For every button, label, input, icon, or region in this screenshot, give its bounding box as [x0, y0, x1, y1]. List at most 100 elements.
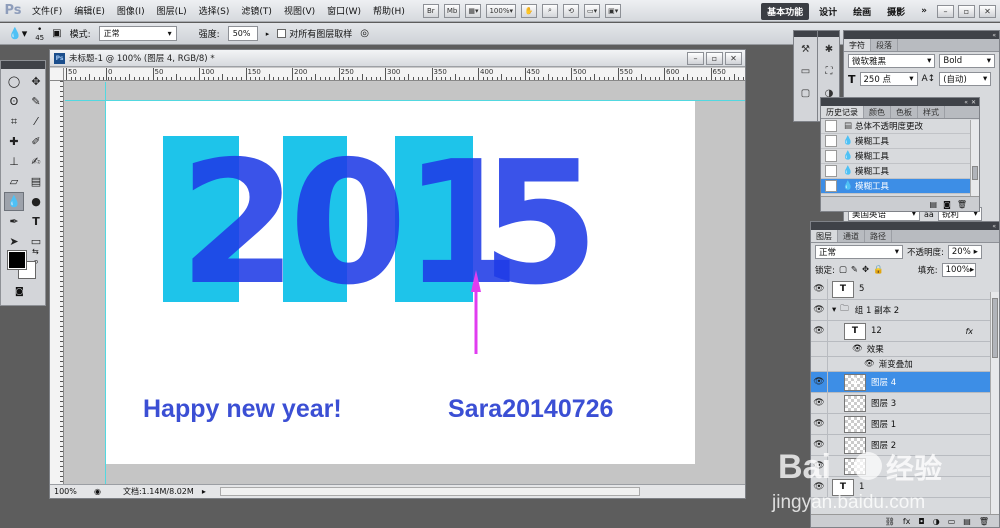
- doc-restore-icon[interactable]: ▫: [706, 52, 723, 65]
- menu-item[interactable]: 滤镜(T): [235, 4, 278, 17]
- tab-color[interactable]: 颜色: [864, 106, 891, 118]
- navigator-icon[interactable]: ▢: [795, 83, 817, 103]
- link-layers-icon[interactable]: ⛓: [885, 517, 895, 526]
- new-group-icon[interactable]: ▭: [948, 517, 956, 526]
- history-state[interactable]: 💧 模糊工具: [821, 149, 971, 164]
- workspace-essentials[interactable]: 基本功能: [761, 2, 810, 20]
- tab-paragraph[interactable]: 段落: [871, 39, 898, 51]
- pressure-icon[interactable]: ◎: [360, 28, 369, 39]
- hand-tool-button[interactable]: ✋: [521, 3, 537, 18]
- arrange-documents-button[interactable]: ▭▾: [584, 3, 601, 18]
- quick-mask-icon[interactable]: ◙: [15, 287, 24, 297]
- lock-transparent-icon[interactable]: ▢: [839, 265, 847, 275]
- history-state[interactable]: 💧 模糊工具: [821, 164, 971, 179]
- history-brush-tool-icon[interactable]: ✍: [26, 152, 46, 171]
- eyedropper-tool-icon[interactable]: ⁄: [26, 112, 46, 131]
- move-tool-icon[interactable]: ✥: [26, 72, 46, 91]
- leading-select[interactable]: (自动) ▾: [939, 72, 992, 86]
- brush-presets-icon[interactable]: ▭: [795, 61, 817, 81]
- ruler-origin[interactable]: [50, 68, 64, 81]
- foreground-color-swatch[interactable]: [7, 250, 27, 270]
- healing-brush-tool-icon[interactable]: ✚: [4, 132, 24, 151]
- mode-select[interactable]: 正常 ▾: [98, 26, 177, 41]
- visibility-eye-icon[interactable]: 👁: [811, 371, 828, 393]
- crop-tool-icon[interactable]: ⌗: [4, 112, 24, 131]
- tab-layers[interactable]: 图层: [811, 230, 838, 242]
- layer-style-icon[interactable]: fx: [903, 517, 911, 526]
- collapse-icon[interactable]: «: [992, 223, 996, 230]
- history-state[interactable]: 💧 模糊工具: [821, 134, 971, 149]
- swap-colors-icon[interactable]: ⇆: [32, 247, 39, 256]
- workspace-photography[interactable]: 摄影: [881, 3, 911, 20]
- history-source-checkbox[interactable]: [825, 165, 837, 177]
- menu-item[interactable]: 图层(L): [151, 4, 193, 17]
- sample-all-layers-checkbox[interactable]: 对所有图层取样: [277, 27, 352, 40]
- fill-input[interactable]: 100% ▸: [941, 263, 976, 277]
- history-source-checkbox[interactable]: [825, 180, 837, 192]
- path-selection-tool-icon[interactable]: ➤: [4, 232, 24, 251]
- history-state[interactable]: 💧 模糊工具: [821, 179, 971, 194]
- zoom-tool-button[interactable]: ⌕: [542, 3, 558, 18]
- layer-row[interactable]: 👁 图层 2: [811, 434, 991, 456]
- menu-item[interactable]: 图像(I): [111, 4, 151, 17]
- opacity-input[interactable]: 20% ▸: [947, 245, 982, 259]
- layer-row[interactable]: 👁: [811, 455, 991, 477]
- delete-layer-icon[interactable]: 🗑: [979, 517, 989, 526]
- layer-row[interactable]: 👁 ▾ 🗀 组 1 副本 2: [811, 299, 991, 321]
- status-zoom[interactable]: 100%: [54, 487, 86, 496]
- vertical-ruler[interactable]: [50, 81, 64, 485]
- visibility-eye-icon[interactable]: 👁: [811, 413, 828, 435]
- strength-input[interactable]: 50%: [227, 26, 258, 41]
- layers-scrollbar[interactable]: [990, 292, 999, 514]
- guide-vertical[interactable]: [105, 82, 106, 484]
- layer-row[interactable]: 👁 图层 3: [811, 392, 991, 414]
- view-extras-button[interactable]: ▦▾: [465, 3, 482, 18]
- layer-effects-icon[interactable]: fx: [965, 327, 973, 336]
- document-tab[interactable]: Ps 未标题-1 @ 100% (图层 4, RGB/8) * – ▫ ✕: [50, 50, 745, 67]
- menu-item[interactable]: 帮助(H): [367, 4, 411, 17]
- screen-mode-button[interactable]: ▣▾: [605, 3, 622, 18]
- blur-tool-preset-icon[interactable]: 💧▾: [8, 27, 27, 40]
- brush-preset-picker[interactable]: • 45: [35, 25, 44, 42]
- strength-slider-toggle[interactable]: ▸: [266, 30, 270, 38]
- layer-row[interactable]: 👁 T 5: [811, 278, 991, 300]
- new-document-from-state-icon[interactable]: ▤: [930, 200, 938, 209]
- new-layer-icon[interactable]: ▤: [963, 517, 971, 526]
- pen-tool-icon[interactable]: ✒: [4, 212, 24, 231]
- history-source-checkbox[interactable]: [825, 150, 837, 162]
- guide-horizontal[interactable]: [65, 100, 745, 101]
- group-disclosure-icon[interactable]: ▾: [832, 305, 836, 315]
- lock-position-icon[interactable]: ✥: [862, 265, 869, 275]
- type-tool-icon[interactable]: T: [26, 212, 46, 231]
- visibility-eye-icon[interactable]: 👁: [811, 392, 828, 414]
- close-icon[interactable]: ✕: [979, 4, 996, 18]
- visibility-eye-icon[interactable]: 👁: [811, 320, 828, 342]
- restore-icon[interactable]: ▫: [958, 4, 975, 18]
- history-source-checkbox[interactable]: [825, 135, 837, 147]
- history-source-checkbox[interactable]: [825, 120, 837, 132]
- menu-item[interactable]: 视图(V): [278, 4, 321, 17]
- horizontal-scrollbar[interactable]: [219, 487, 640, 496]
- visibility-eye-icon[interactable]: 👁: [811, 476, 828, 498]
- doc-close-icon[interactable]: ✕: [725, 52, 742, 65]
- canvas-area[interactable]: 2 0 1 5 Happy new year! Sara20140726: [65, 82, 745, 484]
- clone-stamp-tool-icon[interactable]: ⊥: [4, 152, 24, 171]
- tab-history[interactable]: 历史记录: [821, 106, 864, 118]
- font-style-select[interactable]: Bold ▾: [939, 54, 995, 68]
- collapse-icon[interactable]: «: [992, 32, 996, 39]
- document-canvas[interactable]: 2 0 1 5 Happy new year! Sara20140726: [105, 100, 695, 464]
- brush-panel-icon[interactable]: ✱: [818, 39, 840, 59]
- collapse-icon[interactable]: «: [964, 99, 968, 106]
- doc-minimize-icon[interactable]: –: [687, 52, 704, 65]
- layer-row[interactable]: 👁 1 图层 4: [811, 371, 991, 393]
- eraser-tool-icon[interactable]: ▱: [4, 172, 24, 191]
- quick-selection-tool-icon[interactable]: ✎: [26, 92, 46, 111]
- tab-styles[interactable]: 样式: [918, 106, 945, 118]
- layer-row[interactable]: 👁 图层 1: [811, 413, 991, 435]
- tab-paths[interactable]: 路径: [865, 230, 892, 242]
- adjustment-layer-icon[interactable]: ◑: [933, 517, 940, 526]
- layer-mask-icon[interactable]: ◘: [918, 517, 924, 526]
- lock-all-icon[interactable]: 🔒: [873, 265, 884, 275]
- layer-row[interactable]: 👁 渐变叠加: [811, 356, 991, 372]
- clone-source-icon[interactable]: ⛶: [818, 61, 840, 81]
